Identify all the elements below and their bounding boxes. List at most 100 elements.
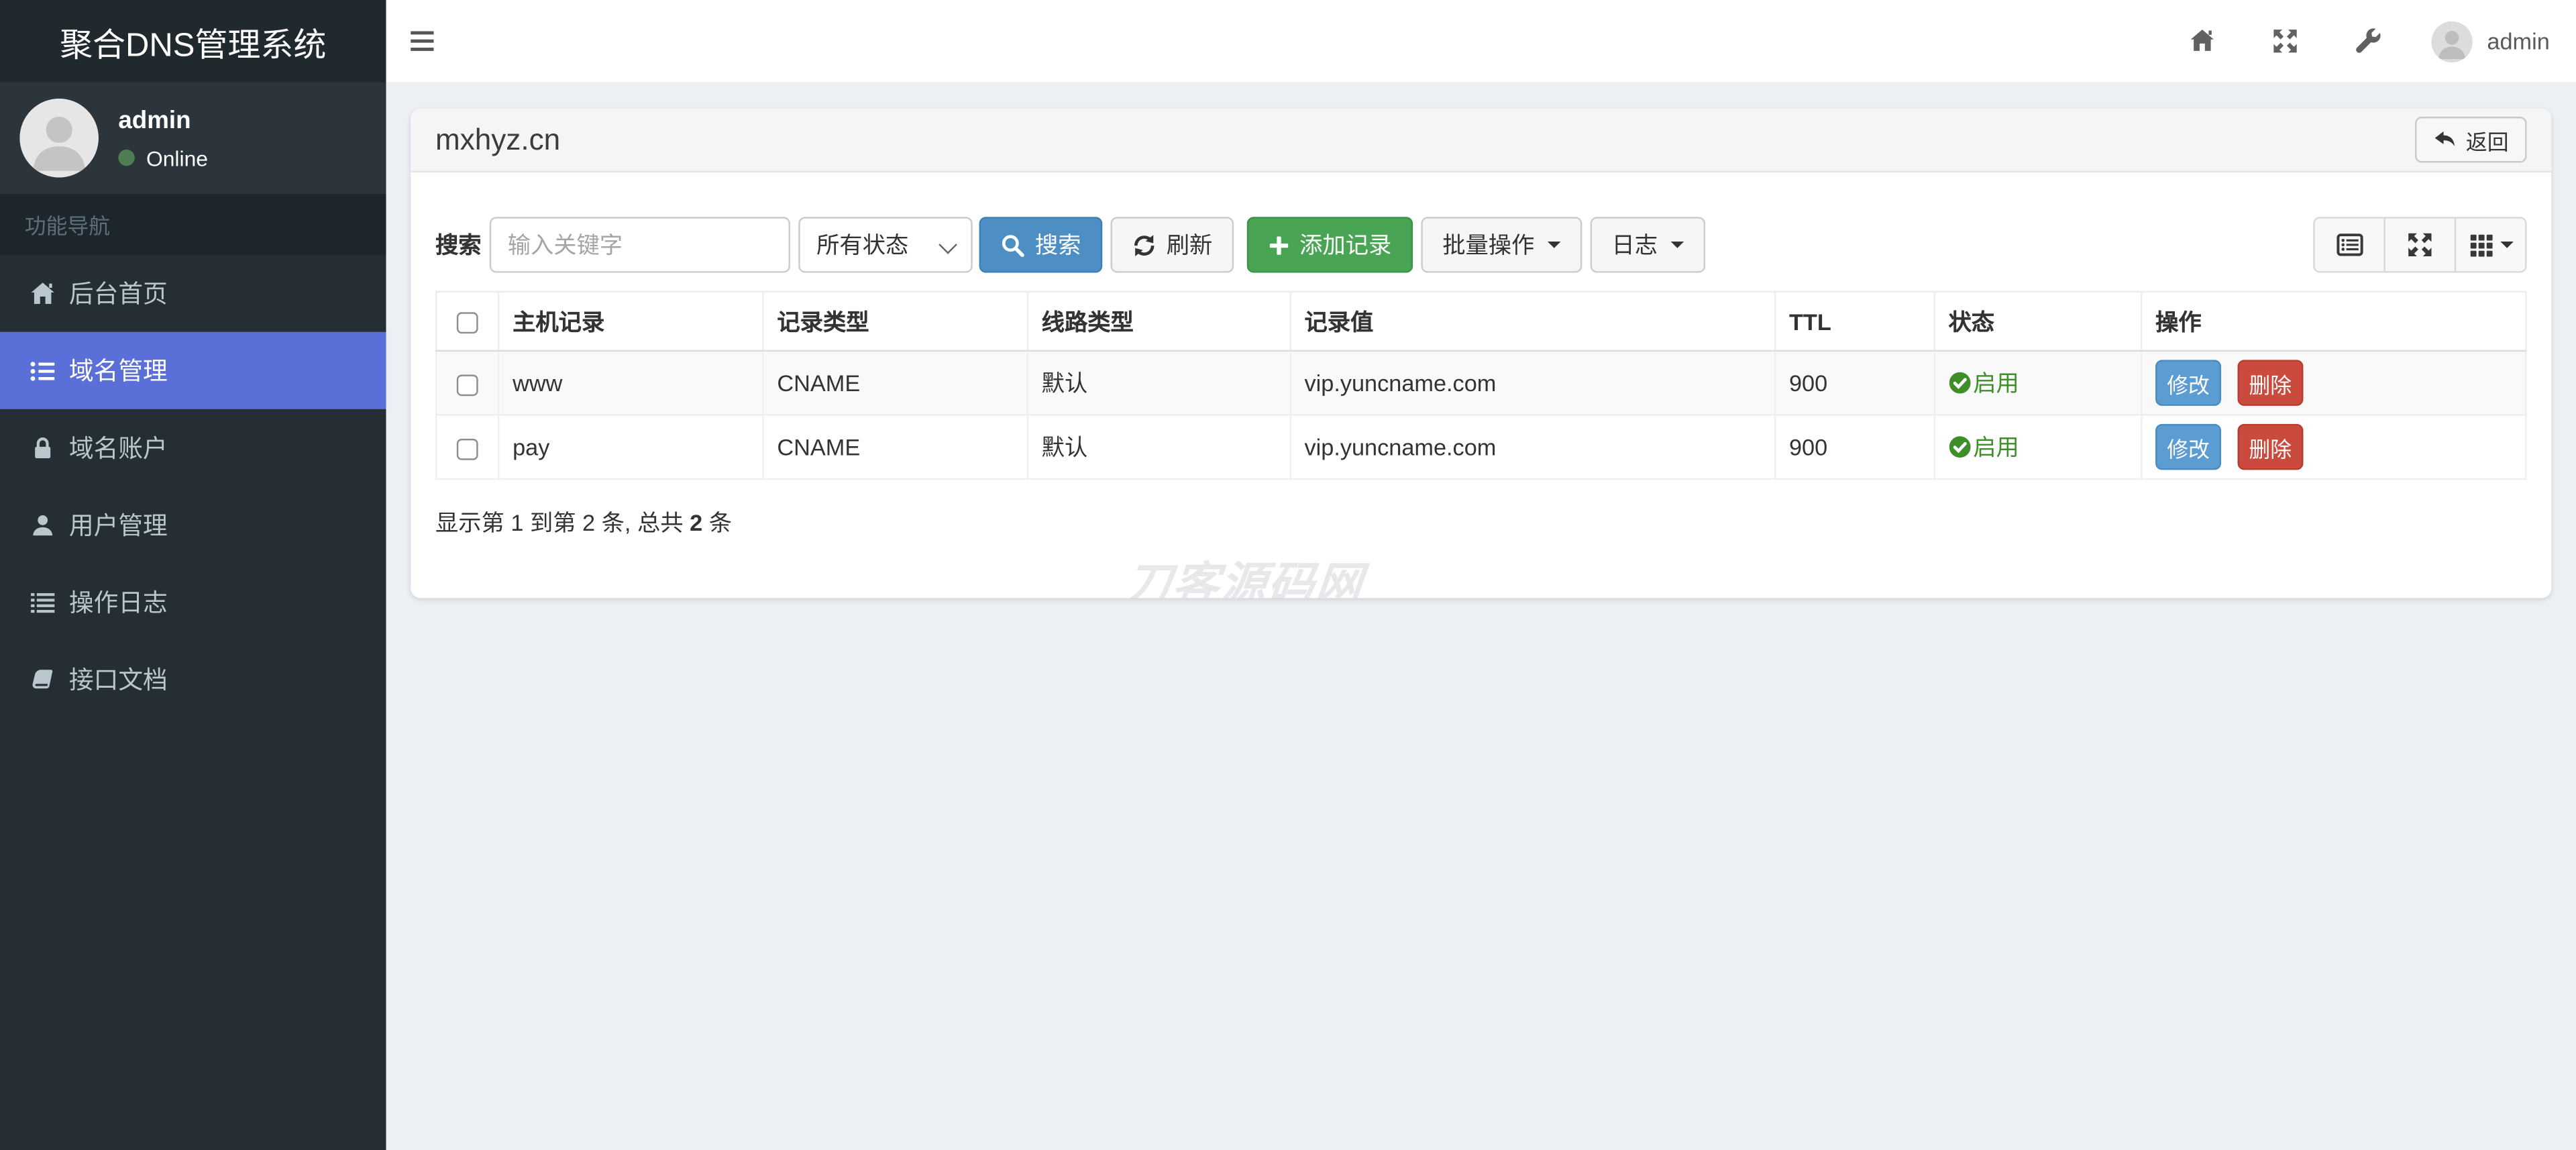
cell-host: pay bbox=[498, 414, 764, 480]
check-circle-icon bbox=[1948, 435, 1971, 458]
sidebar-user-panel: admin Online bbox=[0, 82, 386, 194]
user-meta: admin Online bbox=[118, 106, 208, 170]
book-icon bbox=[28, 666, 56, 692]
navbar-right: admin bbox=[2162, 0, 2550, 82]
column-header-value: 记录值 bbox=[1289, 291, 1776, 352]
column-header-host: 主机记录 bbox=[498, 291, 764, 352]
cell-host: www bbox=[498, 350, 764, 416]
pagination-info-suffix: 条 bbox=[708, 509, 733, 536]
log-dropdown[interactable]: 日志 bbox=[1590, 217, 1706, 273]
cell-ttl: 900 bbox=[1774, 350, 1935, 416]
user-avatar bbox=[19, 98, 99, 178]
pagination-info-text: 显示第 1 到第 2 条, 总共 bbox=[435, 509, 684, 536]
search-input[interactable] bbox=[489, 217, 790, 273]
sidebar-item-user-manage[interactable]: 用户管理 bbox=[0, 486, 386, 564]
check-circle-icon bbox=[1948, 371, 1971, 394]
cell-type: CNAME bbox=[762, 350, 1029, 416]
sidebar-toggle[interactable] bbox=[411, 0, 460, 82]
reply-icon bbox=[2433, 129, 2458, 150]
page: 聚合DNS管理系统 admin Online 功能导航 后台首页 域名管理 域名… bbox=[0, 0, 2576, 1150]
sidebar-item-label: 域名账户 bbox=[68, 435, 168, 464]
sidebar-item-label: 域名管理 bbox=[68, 358, 168, 386]
sidebar-item-domain-account[interactable]: 域名账户 bbox=[0, 409, 386, 486]
fullscreen-button[interactable] bbox=[2383, 217, 2457, 273]
navbar-username: admin bbox=[2487, 28, 2550, 54]
row-checkbox[interactable] bbox=[456, 438, 478, 460]
column-header-line: 线路类型 bbox=[1026, 291, 1291, 352]
expand-icon bbox=[2407, 231, 2433, 258]
sidebar-item-operation-log[interactable]: 操作日志 bbox=[0, 564, 386, 641]
back-button[interactable]: 返回 bbox=[2414, 116, 2527, 163]
expand-icon[interactable] bbox=[2244, 0, 2326, 82]
refresh-button[interactable]: 刷新 bbox=[1110, 217, 1234, 273]
add-record-button[interactable]: 添加记录 bbox=[1246, 217, 1413, 273]
sidebar: 聚合DNS管理系统 admin Online 功能导航 后台首页 域名管理 域名… bbox=[0, 0, 386, 1150]
lock-icon bbox=[28, 435, 56, 461]
status-filter-select[interactable]: 所有状态 bbox=[798, 217, 973, 273]
app-title: 聚合DNS管理系统 bbox=[60, 27, 327, 64]
user-status-label: Online bbox=[146, 145, 208, 170]
row-checkbox[interactable] bbox=[456, 374, 478, 396]
caret-down-icon bbox=[2500, 242, 2513, 248]
status-badge: 启用 bbox=[1948, 366, 2019, 399]
home-icon[interactable] bbox=[2162, 0, 2244, 82]
refresh-icon bbox=[1132, 233, 1157, 258]
delete-button[interactable]: 删除 bbox=[2237, 423, 2304, 470]
app-logo[interactable]: 聚合DNS管理系统 bbox=[0, 0, 386, 83]
sidebar-menu: 后台首页 域名管理 域名账户 用户管理 操作日志 接口文档 bbox=[0, 255, 386, 719]
back-button-label: 返回 bbox=[2465, 129, 2509, 154]
user-name: admin bbox=[118, 105, 191, 134]
status-label: 启用 bbox=[1973, 370, 2019, 397]
log-list-icon bbox=[28, 589, 56, 615]
sidebar-nav-header: 功能导航 bbox=[0, 193, 386, 255]
cell-value: vip.yuncname.com bbox=[1289, 414, 1776, 480]
columns-dropdown-button[interactable] bbox=[2454, 217, 2527, 273]
table-view-button-group bbox=[2313, 217, 2527, 273]
top-navbar: admin bbox=[386, 0, 2576, 83]
content-area: mxhyz.cn 返回 搜索 所有状态 bbox=[386, 82, 2576, 1150]
page-title: mxhyz.cn bbox=[435, 122, 561, 156]
sidebar-item-api-docs[interactable]: 接口文档 bbox=[0, 641, 386, 718]
list-icon bbox=[28, 358, 56, 384]
sidebar-item-dashboard[interactable]: 后台首页 bbox=[0, 255, 386, 332]
user-status[interactable]: Online bbox=[118, 146, 208, 170]
wrench-icon[interactable] bbox=[2326, 0, 2408, 82]
search-button-label: 搜索 bbox=[1034, 231, 1081, 258]
home-icon bbox=[28, 280, 56, 307]
caret-down-icon bbox=[1547, 242, 1561, 248]
status-badge: 启用 bbox=[1948, 431, 2019, 464]
refresh-button-label: 刷新 bbox=[1166, 231, 1213, 258]
panel-body: 搜索 所有状态 搜索 bbox=[411, 172, 2551, 559]
log-dropdown-label: 日志 bbox=[1611, 231, 1658, 258]
pagination-info-total: 2 bbox=[690, 509, 703, 536]
panel-header: mxhyz.cn 返回 bbox=[411, 108, 2552, 173]
batch-actions-dropdown[interactable]: 批量操作 bbox=[1421, 217, 1582, 273]
cell-value: vip.yuncname.com bbox=[1289, 350, 1776, 416]
edit-button[interactable]: 修改 bbox=[2155, 423, 2222, 470]
status-label: 启用 bbox=[1973, 433, 2019, 460]
edit-button[interactable]: 修改 bbox=[2155, 360, 2222, 406]
batch-actions-label: 批量操作 bbox=[1442, 231, 1535, 258]
domain-records-panel: mxhyz.cn 返回 搜索 所有状态 bbox=[411, 108, 2552, 598]
table-header-row: 主机记录 记录类型 线路类型 记录值 TTL 状态 操作 bbox=[435, 291, 2527, 352]
sidebar-item-label: 操作日志 bbox=[68, 590, 168, 618]
cell-ttl: 900 bbox=[1774, 414, 1935, 480]
caret-down-icon bbox=[1670, 242, 1684, 248]
delete-button[interactable]: 删除 bbox=[2237, 360, 2304, 406]
cell-type: CNAME bbox=[762, 414, 1029, 480]
status-filter-value: 所有状态 bbox=[816, 231, 909, 258]
sidebar-item-label: 接口文档 bbox=[68, 667, 168, 695]
records-table: 主机记录 记录类型 线路类型 记录值 TTL 状态 操作 www CNAME 默… bbox=[435, 291, 2527, 480]
table-row: pay CNAME 默认 vip.yuncname.com 900 启用 修改 … bbox=[435, 414, 2527, 480]
column-header-ttl: TTL bbox=[1774, 291, 1935, 352]
pagination-info: 显示第 1 到第 2 条, 总共 2 条 bbox=[435, 506, 2527, 539]
toggle-pagination-button[interactable] bbox=[2313, 217, 2385, 273]
navbar-user-menu[interactable]: admin bbox=[2431, 20, 2550, 62]
list-alt-icon bbox=[2335, 231, 2363, 258]
sidebar-item-domain-manage[interactable]: 域名管理 bbox=[0, 331, 386, 409]
search-label: 搜索 bbox=[435, 231, 482, 258]
th-grid-icon bbox=[2469, 233, 2493, 258]
select-all-checkbox[interactable] bbox=[456, 313, 478, 334]
column-header-actions: 操作 bbox=[2141, 291, 2527, 352]
search-button[interactable]: 搜索 bbox=[979, 217, 1103, 273]
